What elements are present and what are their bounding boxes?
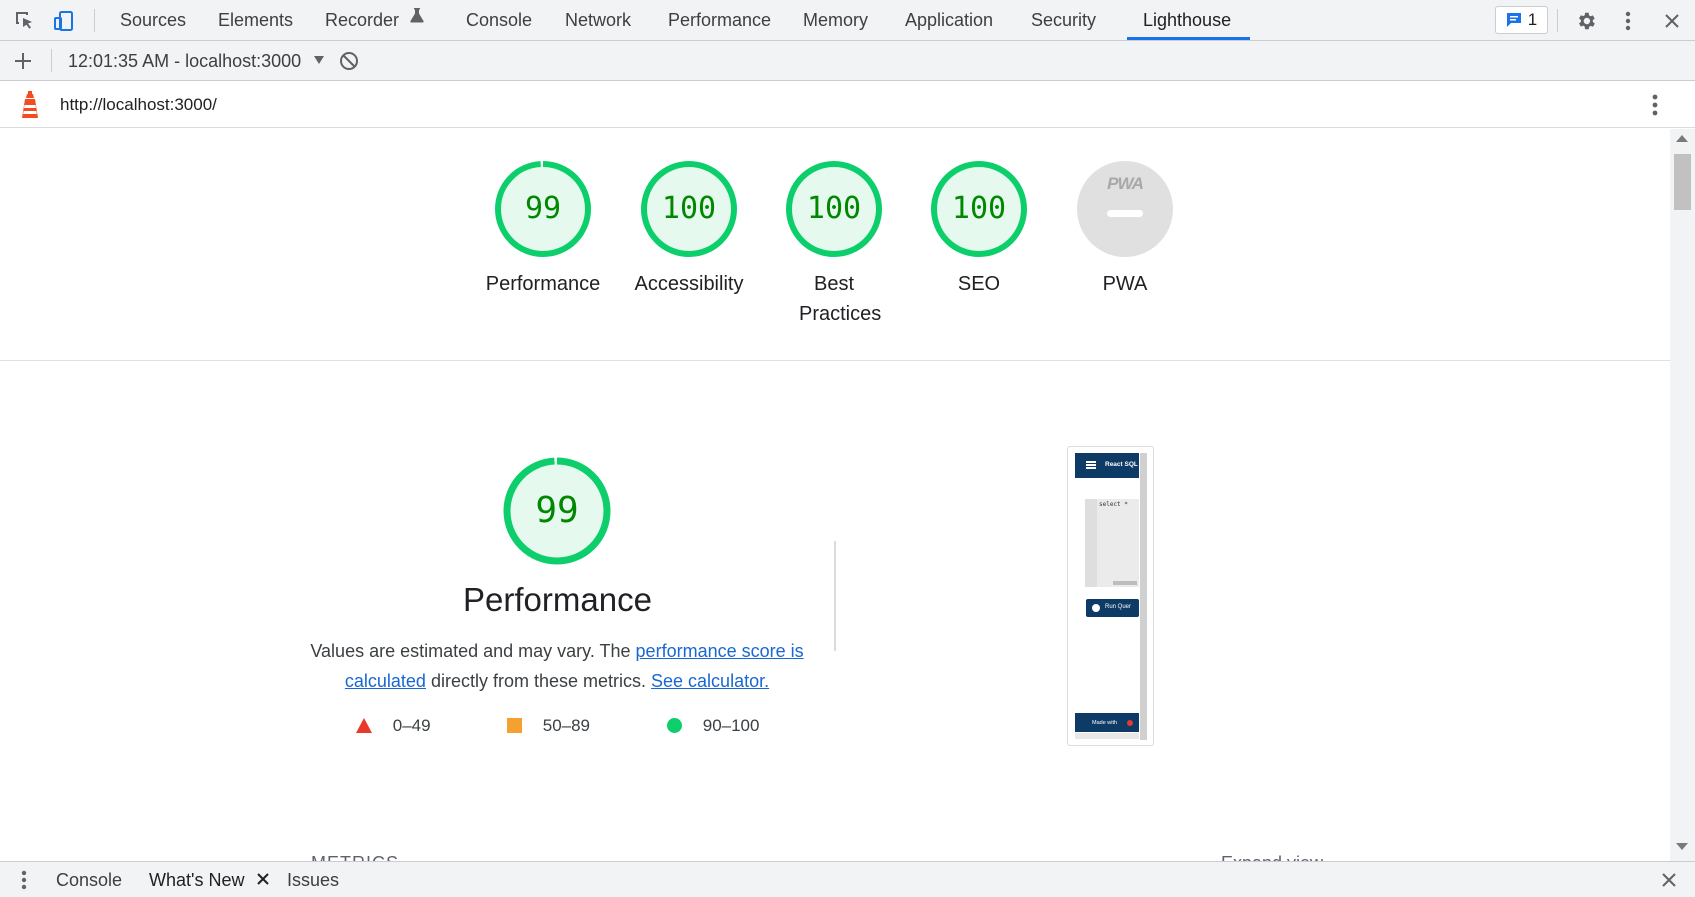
toolbar-separator: [1557, 9, 1558, 32]
gear-icon[interactable]: [1573, 8, 1599, 34]
gauge-accessibility[interactable]: 100: [639, 159, 739, 259]
tab-lighthouse[interactable]: Lighthouse: [1143, 0, 1231, 41]
issue-message-icon: [1506, 13, 1521, 27]
tab-application[interactable]: Application: [905, 0, 993, 41]
legend-average-range: 50–89: [542, 716, 591, 735]
report-menu-icon[interactable]: [1652, 94, 1658, 116]
report-scrollbar[interactable]: [1670, 129, 1695, 861]
close-icon[interactable]: [1659, 8, 1685, 34]
performance-score-large: 99: [535, 490, 579, 531]
clear-block-icon[interactable]: [339, 51, 359, 71]
average-square-icon: [507, 717, 522, 733]
gauge-score: 99: [524, 191, 562, 226]
gauge-label-performance: Performance: [485, 273, 601, 295]
heart-icon: [1127, 720, 1133, 726]
metrics-heading: METRICS: [311, 853, 399, 861]
thumb-menu-icon: [1086, 461, 1096, 469]
tab-console[interactable]: Console: [466, 0, 532, 41]
close-tab-icon[interactable]: [257, 861, 270, 897]
gauge-performance[interactable]: 99: [493, 159, 593, 259]
gauge-pwa[interactable]: PWA: [1075, 159, 1175, 259]
tab-recorder-label: Recorder: [325, 10, 400, 30]
lighthouse-logo-icon: [19, 91, 41, 119]
thumb-footer: Made with: [1075, 713, 1139, 732]
gauge-label-accessibility: Accessibility: [634, 273, 744, 295]
legend-pass-range: 90–100: [702, 716, 760, 735]
performance-gauge-large: 99: [501, 455, 613, 567]
thumb-run-label: Run Quer: [1105, 604, 1132, 610]
scroll-thumb[interactable]: [1674, 154, 1691, 210]
report-url-bar: http://localhost:3000/: [0, 81, 1695, 128]
gauge-seo[interactable]: 100: [929, 159, 1029, 259]
experiment-flask-icon: [410, 0, 424, 38]
tab-elements[interactable]: Elements: [218, 0, 293, 41]
performance-heading: Performance: [463, 581, 652, 618]
toolbar-separator: [94, 9, 95, 32]
drawer-tab-whats-new-label: What's New: [149, 870, 245, 890]
report-run-label: 12:01:35 AM - localhost:3000: [68, 51, 302, 71]
performance-description: Values are estimated and may vary. The p…: [307, 636, 807, 696]
issues-count: 1: [1527, 10, 1538, 29]
pass-circle-icon: [667, 717, 682, 733]
legend-average: 50–89: [507, 714, 590, 738]
drawer-menu-icon[interactable]: [21, 870, 27, 890]
scroll-up-arrow-icon[interactable]: [1676, 135, 1688, 142]
drawer-tab-issues[interactable]: Issues: [287, 862, 339, 897]
pwa-badge-text: PWA: [1107, 174, 1144, 193]
gauge-label-seo: SEO: [957, 273, 1001, 295]
active-tab-indicator: [1127, 37, 1250, 40]
thumb-hscroll: [1075, 733, 1139, 739]
legend-pass: 90–100: [667, 714, 759, 738]
tab-memory[interactable]: Memory: [803, 0, 868, 41]
tab-performance[interactable]: Performance: [668, 0, 771, 41]
thumb-editor: select *: [1085, 499, 1139, 587]
dropdown-triangle-icon: [314, 56, 325, 65]
gauge-score: 100: [661, 191, 717, 226]
desc-text-1: Values are estimated and may vary. The: [310, 641, 636, 661]
drawer-toolbar: Console What's New Issues: [0, 861, 1695, 897]
tab-sources[interactable]: Sources: [120, 0, 186, 41]
issues-counter-button[interactable]: 1: [1495, 6, 1548, 34]
header-divider: [0, 360, 1670, 361]
thumb-app-title: React SQL: [1105, 461, 1138, 468]
thumb-editor-text: select *: [1099, 501, 1128, 508]
gauge-score: 100: [806, 191, 862, 226]
legend-fail: 0–49: [356, 714, 431, 738]
gauge-label-pwa: PWA: [1102, 273, 1148, 295]
tab-network[interactable]: Network: [565, 0, 631, 41]
tab-security[interactable]: Security: [1031, 0, 1096, 41]
drawer-tab-whats-new[interactable]: What's New: [149, 861, 270, 897]
gauge-label-best-practices: Best Practices: [799, 273, 882, 325]
see-calculator-link[interactable]: See calculator.: [651, 671, 769, 691]
thumb-run-button: Run Quer: [1086, 599, 1139, 617]
inspect-element-icon[interactable]: [12, 8, 38, 34]
devtools-main-toolbar: Sources Elements Recorder Console Networ…: [0, 0, 1695, 41]
fail-triangle-icon: [356, 717, 372, 733]
final-screenshot-thumbnail[interactable]: React SQL select * Run Quer Made with: [1067, 446, 1154, 746]
expand-view-toggle[interactable]: Expand view: [1221, 853, 1323, 861]
thumb-app-header: React SQL: [1075, 453, 1139, 478]
legend-fail-range: 0–49: [392, 716, 431, 735]
gauge-best-practices[interactable]: 100: [784, 159, 884, 259]
desc-text-2: directly from these metrics.: [425, 671, 652, 691]
thumb-footer-text: Made with: [1092, 720, 1118, 726]
drawer-close-icon[interactable]: [1661, 872, 1677, 888]
gauge-score: 100: [951, 191, 1007, 226]
drawer-tab-console[interactable]: Console: [56, 862, 122, 897]
new-report-plus-icon[interactable]: [13, 51, 33, 71]
section-vertical-divider: [834, 541, 836, 651]
toolbar-separator: [51, 49, 52, 72]
more-vertical-icon[interactable]: [1615, 8, 1641, 34]
lighthouse-toolbar: 12:01:35 AM - localhost:3000: [0, 41, 1695, 81]
scroll-down-arrow-icon[interactable]: [1676, 843, 1688, 850]
tab-recorder[interactable]: Recorder: [325, 0, 424, 41]
device-toolbar-icon[interactable]: [51, 8, 77, 34]
report-url: http://localhost:3000/: [60, 95, 217, 114]
report-run-select[interactable]: 12:01:35 AM - localhost:3000: [68, 41, 325, 81]
lighthouse-report: 99 Performance 100 Accessibility 100 Bes…: [0, 129, 1670, 861]
thumb-scrollbar: [1140, 453, 1147, 740]
